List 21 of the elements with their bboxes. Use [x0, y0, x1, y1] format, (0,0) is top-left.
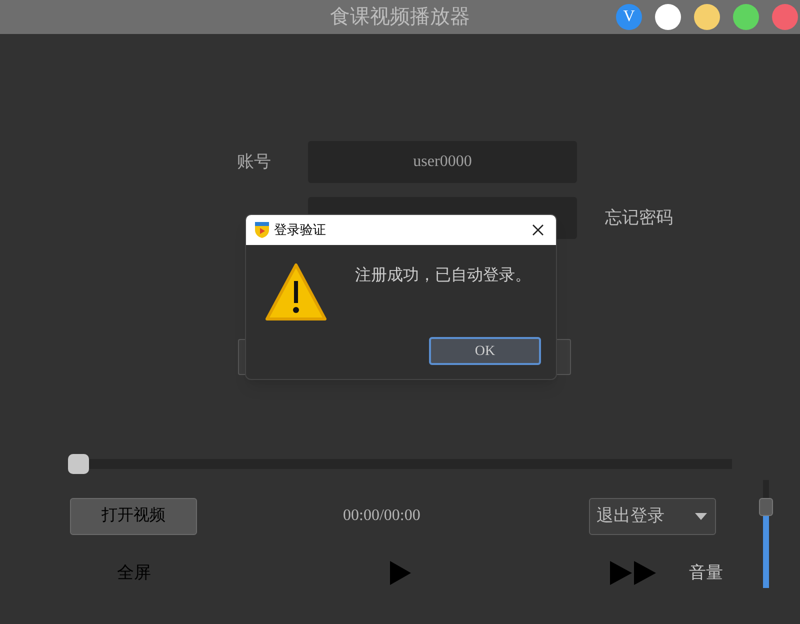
- dialog-title: 登录验证: [274, 221, 326, 240]
- window-control[interactable]: [655, 4, 681, 30]
- warning-icon: [265, 263, 327, 323]
- account-field[interactable]: user0000: [308, 141, 577, 183]
- window-control[interactable]: [733, 4, 759, 30]
- window-control[interactable]: [694, 4, 720, 30]
- window-title: 食课视频播放器: [330, 5, 470, 30]
- caret-icon: [695, 512, 708, 520]
- app-badge[interactable]: V: [616, 4, 642, 30]
- volume-label: 音量: [689, 562, 723, 584]
- app-icon: [253, 221, 271, 239]
- dialog-message: 注册成功，已自动登录。: [355, 266, 531, 286]
- forgot-password-link[interactable]: 忘记密码: [605, 205, 673, 231]
- open-video-button[interactable]: 打开视频: [70, 498, 197, 534]
- account-label: 账号: [236, 151, 272, 174]
- ok-button[interactable]: OK: [429, 337, 541, 365]
- close-icon[interactable]: [532, 224, 544, 236]
- volume-thumb[interactable]: [759, 498, 773, 516]
- account-dropdown[interactable]: 退出登录: [589, 498, 716, 534]
- progress-thumb[interactable]: [68, 454, 89, 474]
- time-display: 00:00/00:00: [343, 506, 420, 526]
